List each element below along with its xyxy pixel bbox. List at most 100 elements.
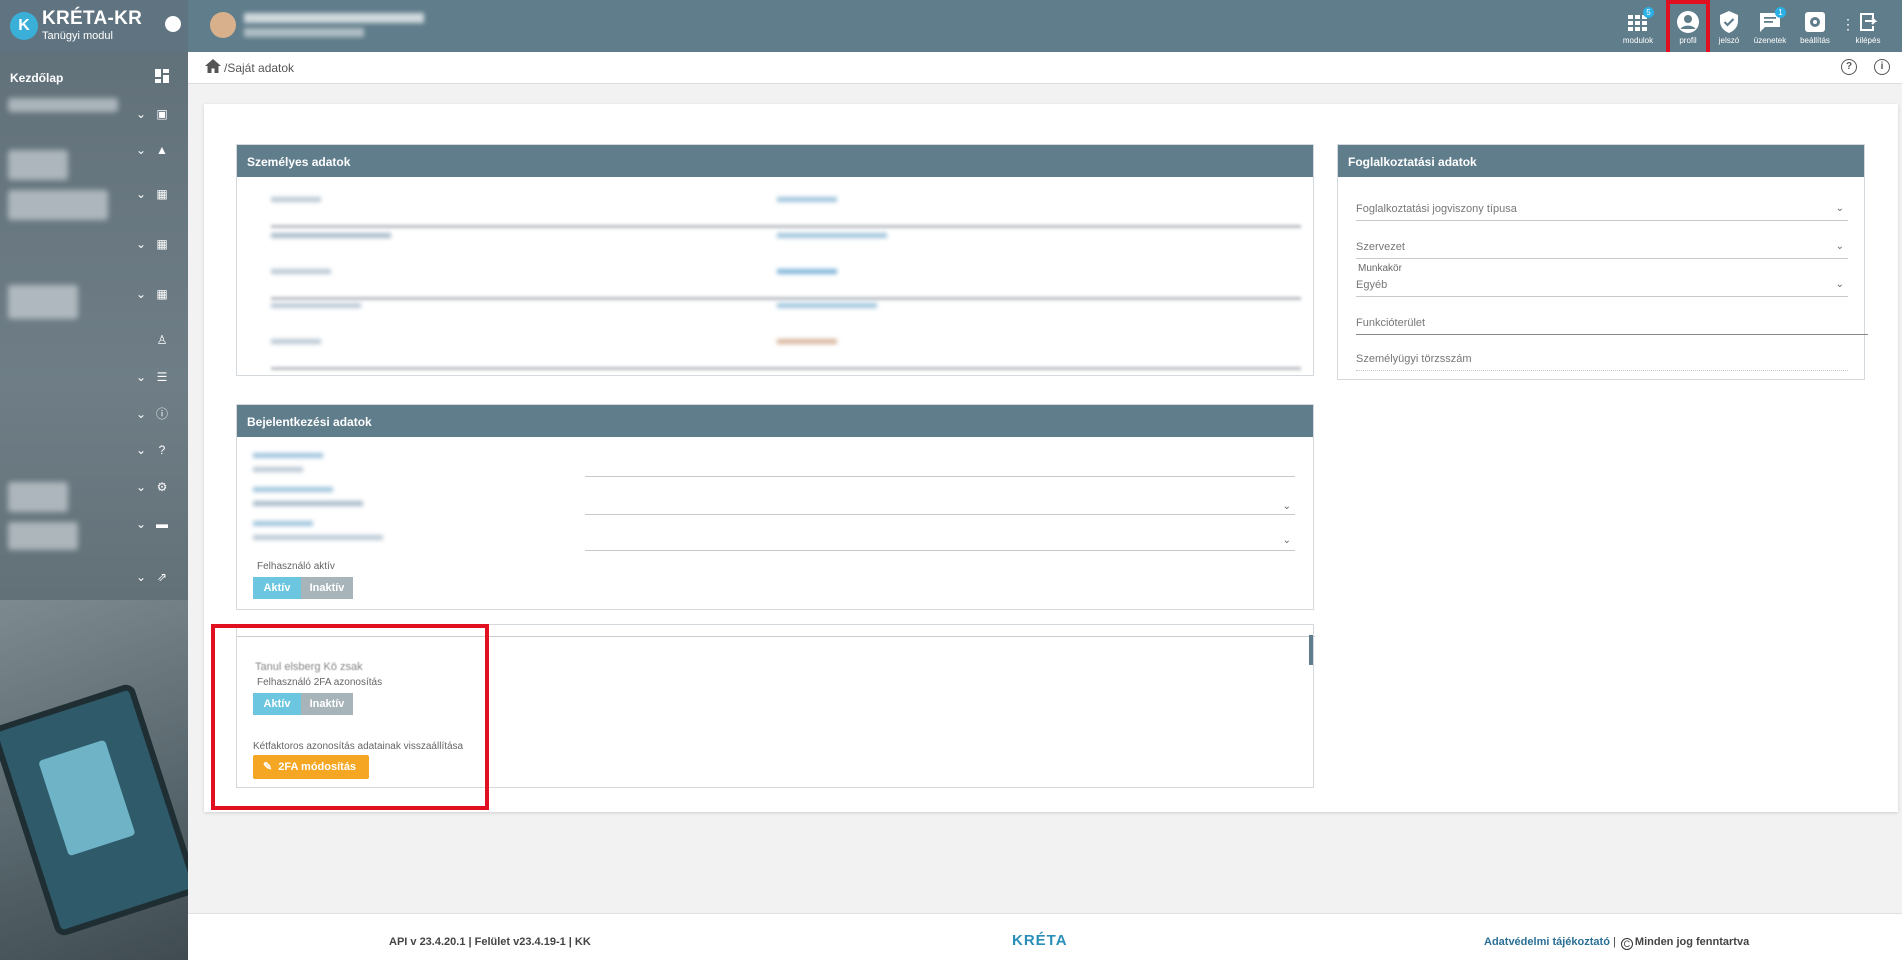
- chevron-down-icon: ⌄: [136, 107, 147, 121]
- messages-badge: 1: [1775, 7, 1786, 18]
- user-active-toggle[interactable]: Aktív Inaktív: [253, 577, 353, 599]
- messages-button[interactable]: üzenetek 1: [1750, 0, 1790, 52]
- employment-type-select[interactable]: Foglalkoztatási jogviszony típusa ⌄: [1356, 203, 1848, 221]
- organization-placeholder: Szervezet: [1356, 241, 1405, 253]
- redacted-text: [253, 467, 303, 472]
- app-subtitle: Tanügyi modul: [42, 30, 113, 42]
- redacted-text: [777, 303, 877, 308]
- chevron-down-icon: ⌄: [136, 570, 147, 584]
- messages-label: üzenetek: [1753, 36, 1787, 45]
- external-link-icon: ⇗: [156, 570, 168, 584]
- chevron-down-icon: ⌄: [136, 287, 147, 301]
- table-icon: ▦: [156, 237, 168, 251]
- panel-title: Bejelentkezési adatok: [237, 405, 1313, 437]
- profile-highlight-frame: [1666, 0, 1710, 59]
- breadcrumb: /Saját adatok ? i: [188, 52, 1902, 84]
- field-underline: [271, 367, 1301, 370]
- user-school-year-redacted: [244, 28, 364, 37]
- sidebar-item-registry[interactable]: ⌄ ▦: [0, 180, 188, 210]
- username-input[interactable]: [585, 467, 1295, 477]
- chevron-down-icon: ⌄: [1835, 203, 1844, 214]
- toggle-inactive-option[interactable]: Inaktív: [301, 577, 353, 599]
- footer-links: Adatvédelmi tájékoztató | C Minden jog fe…: [1484, 936, 1749, 950]
- redacted-text: [253, 535, 383, 540]
- chevron-down-icon: ⌄: [136, 407, 147, 421]
- twofa-highlight-frame: [211, 624, 489, 810]
- user-avatar[interactable]: [210, 12, 236, 38]
- chevron-down-icon: ⌄: [136, 237, 147, 251]
- login-type-select[interactable]: ⌄: [585, 535, 1295, 551]
- gear-icon: [1805, 12, 1825, 32]
- redacted-text: [271, 339, 321, 344]
- redacted-text: [777, 233, 887, 238]
- redacted-text: [271, 269, 331, 274]
- redacted-text: [777, 339, 837, 344]
- rights-text: Minden jog fenntartva: [1634, 936, 1750, 948]
- logout-icon: [1860, 13, 1878, 31]
- sidebar-item-external[interactable]: ⌄ ⇗: [0, 563, 188, 593]
- sidebar-item-statistics[interactable]: ⌄ ▣: [0, 100, 188, 130]
- function-area-input[interactable]: Funkcióterület: [1356, 317, 1868, 335]
- app-logo-area[interactable]: K KRÉTA-KR Tanügyi modul: [0, 0, 188, 52]
- chevron-down-icon: ⌄: [136, 370, 147, 384]
- personnel-number-input[interactable]: Személyügyi törzsszám: [1356, 353, 1848, 371]
- employment-data-panel: Foglalkoztatási adatok Foglalkoztatási j…: [1337, 144, 1868, 380]
- home-icon[interactable]: [204, 58, 222, 74]
- panel-title: Foglalkoztatási adatok: [1338, 145, 1864, 177]
- sidebar-item-records[interactable]: ⌄ ▦: [0, 230, 188, 260]
- sidebar-toggle-button[interactable]: [165, 16, 181, 32]
- sidebar-item-list[interactable]: ⌄ ☰: [0, 363, 188, 393]
- organization-select[interactable]: Szervezet ⌄: [1356, 241, 1848, 259]
- top-bar: modulok 5 ⋮ profil jelszó üzenetek 1 beá…: [188, 0, 1902, 59]
- chevron-down-icon: ⌄: [1282, 501, 1291, 512]
- privacy-link[interactable]: Adatvédelmi tájékoztató: [1484, 936, 1610, 948]
- logout-button[interactable]: kilépés: [1848, 0, 1888, 52]
- help-icon[interactable]: ?: [1841, 59, 1857, 75]
- personal-data-panel: Személyes adatok: [236, 144, 1314, 376]
- email-select[interactable]: ⌄: [585, 501, 1295, 515]
- help-icon: ?: [158, 443, 166, 457]
- breadcrumb-current: /Saját adatok: [224, 61, 295, 75]
- chevron-down-icon: ⌄: [136, 143, 147, 157]
- personnel-number-placeholder: Személyügyi törzsszám: [1356, 353, 1472, 365]
- footer: API v 23.4.20.1 | Felület v23.4.19-1 | K…: [188, 913, 1902, 960]
- sidebar-item-settings[interactable]: ⌄ ⚙: [0, 473, 188, 503]
- password-label: jelszó: [1718, 36, 1740, 45]
- password-button[interactable]: jelszó: [1709, 0, 1749, 52]
- settings-button[interactable]: beállítás: [1795, 0, 1835, 52]
- chevron-down-icon: ⌄: [1835, 279, 1844, 290]
- sidebar-item-home[interactable]: Kezdőlap: [0, 62, 188, 92]
- redacted-text: [271, 303, 361, 308]
- function-area-placeholder: Funkcióterület: [1356, 317, 1426, 329]
- field-underline: [271, 225, 1301, 228]
- chevron-down-icon: ⌄: [136, 443, 147, 457]
- job-select[interactable]: Egyéb ⌄: [1356, 279, 1848, 297]
- sidebar: K KRÉTA-KR Tanügyi modul Kezdőlap ⌄ ▣ ⌄ …: [0, 0, 188, 960]
- version-info: API v 23.4.20.1 | Felület v23.4.19-1 | K…: [389, 936, 591, 948]
- redacted-text: [777, 269, 837, 274]
- redacted-text: [253, 501, 363, 506]
- job-value: Egyéb: [1356, 279, 1388, 291]
- sidebar-item-documents[interactable]: ⌄ ▦: [0, 280, 188, 310]
- modules-badge: 5: [1643, 7, 1654, 18]
- modules-label: modulok: [1622, 36, 1654, 45]
- sidebar-item-education[interactable]: ⌄ ▲: [0, 136, 188, 166]
- sidebar-item-info[interactable]: ⌄ ⓘ: [0, 400, 188, 430]
- field-underline: [271, 297, 1301, 300]
- info-icon[interactable]: i: [1874, 59, 1890, 75]
- info-icon: ⓘ: [155, 407, 168, 421]
- login-data-panel: Bejelentkezési adatok ⌄ ⌄ Felhasználó ak…: [236, 404, 1314, 610]
- redacted-text: [777, 197, 837, 202]
- graduation-cap-icon: ▲: [156, 143, 168, 157]
- sidebar-item-help[interactable]: ⌄ ?: [0, 436, 188, 466]
- toggle-active-option[interactable]: Aktív: [253, 577, 301, 599]
- list-icon: ☰: [156, 370, 168, 384]
- shield-check-icon: [1720, 11, 1738, 33]
- sidebar-item-folder[interactable]: ⌄ ▬: [0, 510, 188, 540]
- sidebar-item-accessibility[interactable]: ♙: [0, 326, 188, 356]
- redacted-text: [253, 487, 333, 492]
- footer-separator: |: [1609, 936, 1619, 948]
- job-label: Munkakör: [1358, 263, 1402, 274]
- redacted-text: [271, 233, 391, 238]
- modules-button[interactable]: modulok 5: [1618, 0, 1658, 52]
